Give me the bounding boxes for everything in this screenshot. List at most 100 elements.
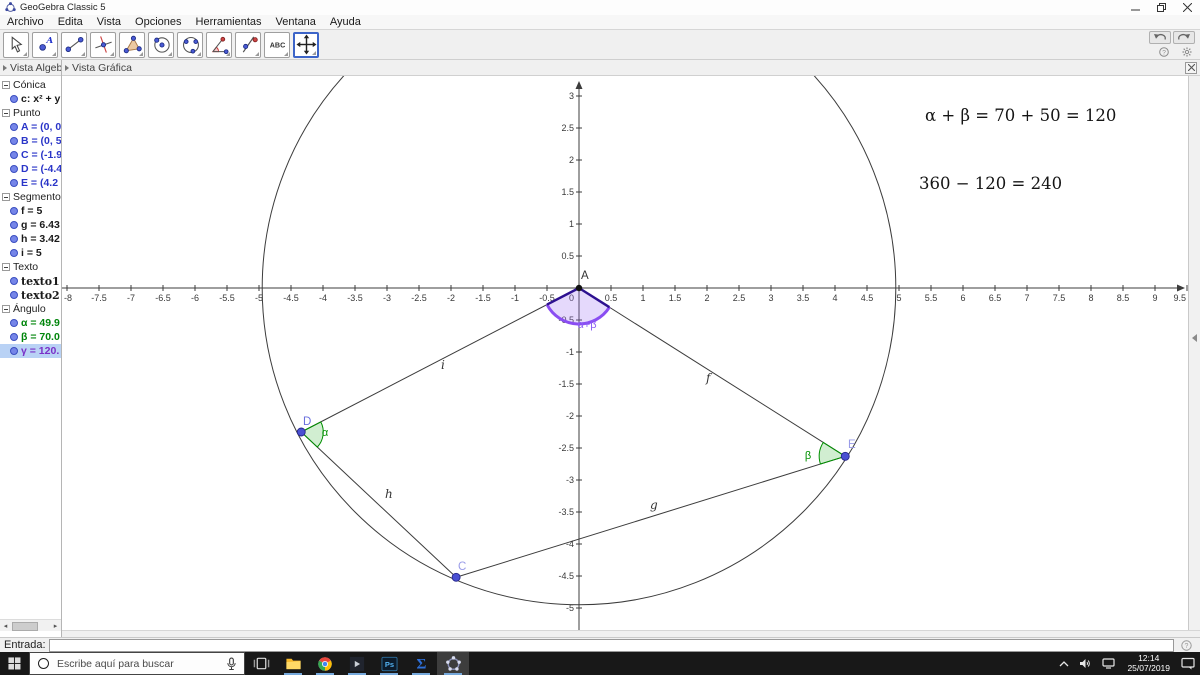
algebra-item[interactable]: i = 5: [0, 246, 61, 260]
tool-polygon[interactable]: [119, 31, 145, 58]
graphics-text-2[interactable]: 360 − 120 = 240: [919, 174, 1062, 193]
scrollbar-thumb[interactable]: [12, 621, 38, 631]
tool-dropdown-arrow-icon[interactable]: [52, 51, 56, 56]
tool-dropdown-arrow-icon[interactable]: [312, 50, 316, 55]
collapse-minus-icon[interactable]: [2, 305, 10, 313]
tool-move[interactable]: [3, 31, 29, 58]
tool-dropdown-arrow-icon[interactable]: [139, 51, 143, 56]
algebra-item[interactable]: γ = 120.: [0, 344, 61, 358]
algebra-item[interactable]: C = (-1.9: [0, 148, 61, 162]
point-E[interactable]: [840, 451, 850, 461]
collapse-minus-icon[interactable]: [2, 193, 10, 201]
taskbar-clock[interactable]: 12:14 25/07/2019: [1121, 653, 1176, 673]
tool-dropdown-arrow-icon[interactable]: [284, 51, 288, 56]
tool-reflect[interactable]: [235, 31, 261, 58]
tool-segment[interactable]: [61, 31, 87, 58]
undo-button[interactable]: [1149, 31, 1171, 44]
algebra-view-header[interactable]: Vista Algeb: [0, 60, 61, 76]
redo-button[interactable]: [1173, 31, 1195, 44]
algebra-group[interactable]: Punto: [0, 106, 61, 120]
menu-vista[interactable]: Vista: [90, 16, 128, 28]
point-D[interactable]: [296, 427, 306, 437]
algebra-item[interactable]: h = 3.42: [0, 232, 61, 246]
taskbar-app-movies-tv[interactable]: [341, 652, 373, 675]
visibility-marble-icon[interactable]: [10, 333, 18, 341]
action-center-icon[interactable]: [1176, 657, 1200, 670]
algebra-item[interactable]: f = 5: [0, 204, 61, 218]
algebra-item[interactable]: g = 6.43: [0, 218, 61, 232]
collapse-minus-icon[interactable]: [2, 263, 10, 271]
tool-dropdown-arrow-icon[interactable]: [168, 51, 172, 56]
algebra-item[interactable]: texto2: [0, 288, 61, 302]
tool-dropdown-arrow-icon[interactable]: [255, 51, 259, 56]
entrada-input[interactable]: [48, 638, 1174, 652]
tool-angle[interactable]: [206, 31, 232, 58]
tool-circle-center-point[interactable]: [148, 31, 174, 58]
visibility-marble-icon[interactable]: [10, 291, 18, 299]
tray-chevron-icon[interactable]: [1054, 660, 1074, 668]
menu-edita[interactable]: Edita: [51, 16, 90, 28]
start-button[interactable]: [0, 652, 29, 675]
visibility-marble-icon[interactable]: [10, 207, 18, 215]
expand-panel-arrow-icon[interactable]: [1192, 334, 1197, 342]
minimize-button[interactable]: [1122, 0, 1148, 15]
visibility-marble-icon[interactable]: [10, 151, 18, 159]
visibility-marble-icon[interactable]: [10, 123, 18, 131]
panel-menu-arrow-icon[interactable]: [3, 64, 7, 71]
settings-gear-icon[interactable]: [1181, 46, 1192, 57]
menu-ayuda[interactable]: Ayuda: [323, 16, 368, 28]
menu-herramientas[interactable]: Herramientas: [189, 16, 269, 28]
point-A[interactable]: [575, 284, 583, 292]
visibility-marble-icon[interactable]: [10, 137, 18, 145]
taskbar-app-task-view[interactable]: [245, 652, 277, 675]
input-help-icon[interactable]: ?: [1179, 639, 1194, 651]
algebra-item[interactable]: A = (0, 0: [0, 120, 61, 134]
algebra-group[interactable]: Texto: [0, 260, 61, 274]
algebra-item[interactable]: B = (0, 5: [0, 134, 61, 148]
collapse-minus-icon[interactable]: [2, 109, 10, 117]
segment-h[interactable]: [300, 431, 457, 578]
taskbar-app-geogebra[interactable]: [437, 652, 469, 675]
tool-dropdown-arrow-icon[interactable]: [23, 51, 27, 56]
menu-archivo[interactable]: Archivo: [0, 16, 51, 28]
scroll-left-arrow-icon[interactable]: ◂: [0, 621, 11, 631]
tool-perpendicular-line[interactable]: [90, 31, 116, 58]
taskbar-app-photoshop[interactable]: Ps: [373, 652, 405, 675]
tool-dropdown-arrow-icon[interactable]: [110, 51, 114, 56]
tool-move-graphics-view[interactable]: [293, 31, 319, 58]
tool-conic-five-points[interactable]: [177, 31, 203, 58]
visibility-marble-icon[interactable]: [10, 319, 18, 327]
visibility-marble-icon[interactable]: [10, 179, 18, 187]
visibility-marble-icon[interactable]: [10, 95, 18, 103]
taskbar-app-file-explorer[interactable]: [277, 652, 309, 675]
visibility-marble-icon[interactable]: [10, 249, 18, 257]
algebra-item[interactable]: E = (4.2: [0, 176, 61, 190]
algebra-item[interactable]: c: x² + y: [0, 92, 61, 106]
tool-dropdown-arrow-icon[interactable]: [81, 51, 85, 56]
algebra-group[interactable]: Ángulo: [0, 302, 61, 316]
close-graphics-view-button[interactable]: [1185, 61, 1197, 74]
graphics-canvas-svg[interactable]: -8 -7.5 -7 -6.5 -6 -5.5 -5 -4.5 -4 -3.5 -3 -2.5 -2 -1…: [62, 76, 1188, 630]
tool-point[interactable]: A: [32, 31, 58, 58]
taskbar-app-chrome[interactable]: [309, 652, 341, 675]
point-C[interactable]: [451, 572, 461, 582]
menu-opciones[interactable]: Opciones: [128, 16, 188, 28]
segment-f[interactable]: [578, 287, 846, 457]
panel-menu-arrow-icon[interactable]: [65, 64, 69, 71]
taskbar-app-sigma[interactable]: Σ: [405, 652, 437, 675]
visibility-marble-icon[interactable]: [10, 165, 18, 173]
visibility-marble-icon[interactable]: [10, 235, 18, 243]
close-button[interactable]: [1174, 0, 1200, 15]
graphics-view-header[interactable]: Vista Gráfica: [62, 60, 1200, 76]
algebra-group[interactable]: Segmento: [0, 190, 61, 204]
algebra-item[interactable]: β = 70.0: [0, 330, 61, 344]
tool-dropdown-arrow-icon[interactable]: [226, 51, 230, 56]
visibility-marble-icon[interactable]: [10, 347, 18, 355]
scroll-right-arrow-icon[interactable]: ▸: [50, 621, 61, 631]
microphone-icon[interactable]: [226, 656, 237, 671]
algebra-item[interactable]: α = 49.9: [0, 316, 61, 330]
graphics-text-1[interactable]: α + β = 70 + 50 = 120: [925, 106, 1116, 125]
angle-sector[interactable]: [818, 441, 847, 465]
visibility-marble-icon[interactable]: [10, 277, 18, 285]
taskbar-search-box[interactable]: Escribe aquí para buscar: [29, 652, 245, 675]
